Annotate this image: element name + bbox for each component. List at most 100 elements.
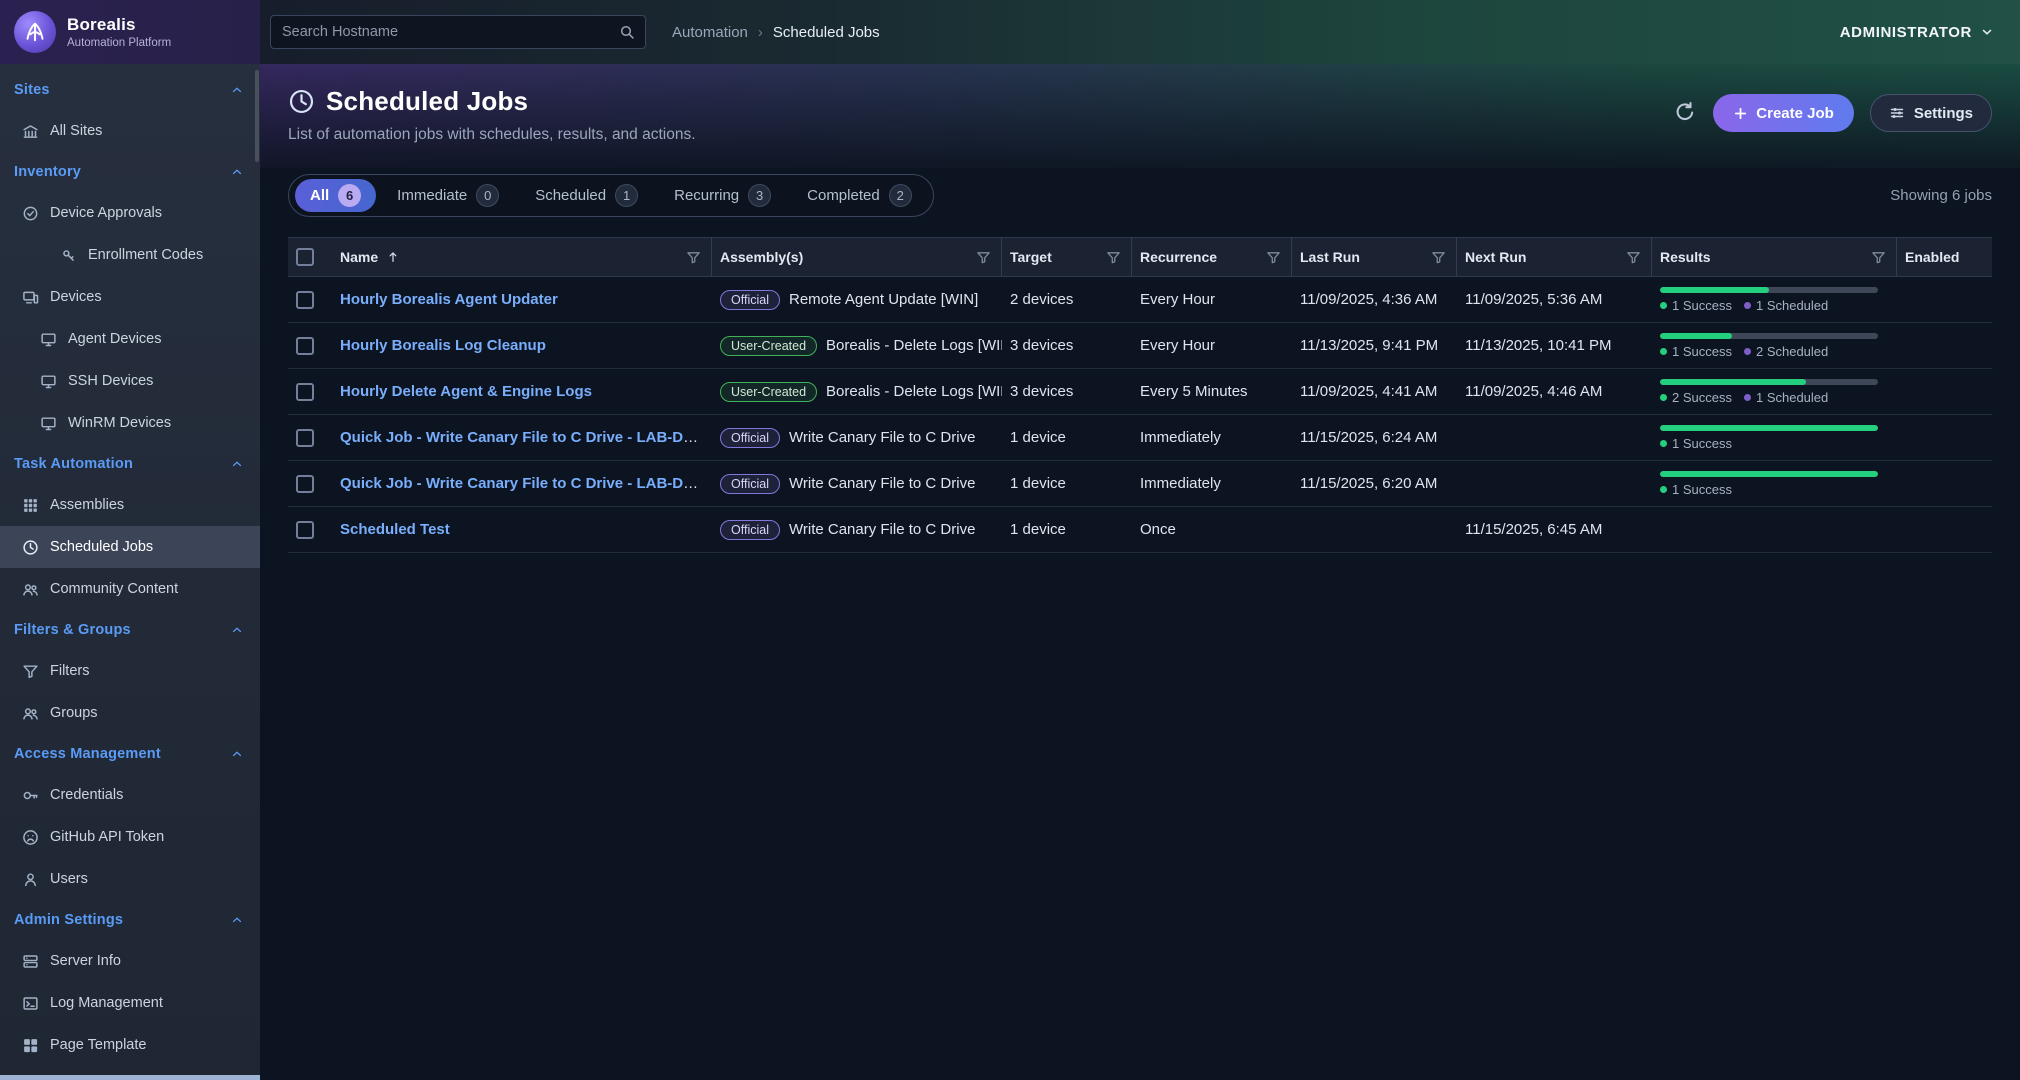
target-cell: 1 device [1002, 429, 1132, 446]
sidebar-item-all-sites[interactable]: All Sites [0, 110, 260, 152]
tab-scheduled[interactable]: Scheduled1 [520, 179, 653, 212]
job-name-link[interactable]: Hourly Delete Agent & Engine Logs [340, 383, 592, 400]
sidebar-item-groups[interactable]: Groups [0, 692, 260, 734]
result-stat: 2 Scheduled [1744, 344, 1828, 359]
user-menu[interactable]: ADMINISTRATOR [1840, 24, 1994, 41]
column-header-last-run: Last Run [1292, 238, 1457, 276]
filter-icon[interactable] [976, 250, 991, 265]
result-stat: 2 Success [1660, 390, 1732, 405]
tab-count-badge: 1 [615, 184, 638, 207]
layout-icon [22, 1037, 39, 1054]
sidebar-item-ssh-devices[interactable]: SSH Devices [0, 360, 260, 402]
filter-icon[interactable] [1871, 250, 1886, 265]
sidebar-item-label: Page Template [50, 1037, 146, 1053]
sidebar-item-filters[interactable]: Filters [0, 650, 260, 692]
breadcrumb-automation[interactable]: Automation [672, 24, 748, 41]
recurrence-cell: Every Hour [1132, 337, 1292, 354]
name-cell: Hourly Borealis Agent Updater [332, 291, 712, 308]
main-area: Automation › Scheduled Jobs ADMINISTRATO… [260, 0, 2020, 1080]
tab-count-badge: 2 [889, 184, 912, 207]
results-progress-fill [1660, 333, 1732, 339]
sidebar-section-access-management[interactable]: Access Management [0, 734, 260, 774]
sidebar-item-device-approvals[interactable]: Device Approvals [0, 192, 260, 234]
name-cell: Quick Job - Write Canary File to C Drive… [332, 429, 712, 446]
tab-label: Recurring [674, 187, 739, 204]
target-cell: 1 device [1002, 521, 1132, 538]
filter-icon[interactable] [1106, 250, 1121, 265]
row-checkbox[interactable] [296, 383, 314, 401]
breadcrumb-scheduled-jobs: Scheduled Jobs [773, 24, 880, 41]
sidebar-item-agent-devices[interactable]: Agent Devices [0, 318, 260, 360]
sidebar-section-task-automation[interactable]: Task Automation [0, 444, 260, 484]
sidebar-section-sites[interactable]: Sites [0, 70, 260, 110]
job-name-link[interactable]: Scheduled Test [340, 521, 450, 538]
column-header-label: Assembly(s) [720, 249, 803, 265]
sidebar-section-filters-groups[interactable]: Filters & Groups [0, 610, 260, 650]
row-checkbox[interactable] [296, 291, 314, 309]
github-icon [22, 829, 39, 846]
column-header-label: Enabled [1905, 249, 1959, 265]
sidebar-item-assemblies[interactable]: Assemblies [0, 484, 260, 526]
select-all-checkbox[interactable] [296, 248, 314, 266]
assembly-badge: Official [720, 428, 780, 448]
recurrence-cell: Immediately [1132, 429, 1292, 446]
recurrence-cell: Every 5 Minutes [1132, 383, 1292, 400]
job-name-link[interactable]: Hourly Borealis Agent Updater [340, 291, 558, 308]
funnel-icon [22, 663, 39, 680]
job-name-link[interactable]: Quick Job - Write Canary File to C Drive… [340, 475, 712, 492]
filter-icon[interactable] [1431, 250, 1446, 265]
sidebar-item-github-api-token[interactable]: GitHub API Token [0, 816, 260, 858]
sidebar-item-label: All Sites [50, 123, 102, 139]
sidebar-item-enrollment-codes[interactable]: Enrollment Codes [0, 234, 260, 276]
sidebar-item-devices[interactable]: Devices [0, 276, 260, 318]
column-header-label: Last Run [1300, 249, 1360, 265]
plus-icon [1733, 106, 1748, 121]
row-checkbox[interactable] [296, 521, 314, 539]
table-row: Quick Job - Write Canary File to C Drive… [288, 415, 1992, 461]
tab-immediate[interactable]: Immediate0 [382, 179, 514, 212]
sidebar-item-users[interactable]: Users [0, 858, 260, 900]
settings-button[interactable]: Settings [1870, 94, 1992, 132]
sidebar-item-server-info[interactable]: Server Info [0, 940, 260, 982]
sidebar-section-inventory[interactable]: Inventory [0, 152, 260, 192]
target-cell: 2 devices [1002, 291, 1132, 308]
search-icon[interactable] [619, 24, 635, 40]
result-stat-label: 1 Success [1672, 298, 1732, 313]
job-name-link[interactable]: Quick Job - Write Canary File to C Drive… [340, 429, 712, 446]
chevron-up-icon [230, 457, 244, 471]
row-checkbox[interactable] [296, 475, 314, 493]
filter-icon[interactable] [686, 250, 701, 265]
refresh-button[interactable] [1673, 101, 1697, 125]
sliders-icon [1889, 105, 1905, 121]
create-job-button[interactable]: Create Job [1713, 94, 1854, 132]
sidebar-item-log-management[interactable]: Log Management [0, 982, 260, 1024]
tab-all[interactable]: All6 [295, 179, 376, 212]
filter-icon[interactable] [1266, 250, 1281, 265]
row-checkbox[interactable] [296, 337, 314, 355]
row-checkbox[interactable] [296, 429, 314, 447]
refresh-icon [1674, 101, 1696, 123]
aurora-icon [23, 20, 47, 44]
sidebar-item-winrm-devices[interactable]: WinRM Devices [0, 402, 260, 444]
sidebar-item-community-content[interactable]: Community Content [0, 568, 260, 610]
sidebar-scrollbar[interactable] [255, 70, 259, 162]
code-icon [60, 247, 77, 264]
filter-icon[interactable] [1626, 250, 1641, 265]
success-dot-icon [1660, 348, 1667, 355]
sidebar-item-label: Scheduled Jobs [50, 539, 153, 555]
tab-completed[interactable]: Completed2 [792, 179, 927, 212]
next-run-cell: 11/09/2025, 5:36 AM [1457, 291, 1652, 308]
app-logo-row[interactable]: Borealis Automation Platform [0, 0, 260, 64]
sidebar-item-credentials[interactable]: Credentials [0, 774, 260, 816]
sidebar-item-page-template[interactable]: Page Template [0, 1024, 260, 1066]
job-name-link[interactable]: Hourly Borealis Log Cleanup [340, 337, 546, 354]
next-run-cell: 11/15/2025, 6:45 AM [1457, 521, 1652, 538]
tab-recurring[interactable]: Recurring3 [659, 179, 786, 212]
breadcrumb-separator: › [758, 24, 763, 41]
sidebar-section-admin-settings[interactable]: Admin Settings [0, 900, 260, 940]
search-input[interactable] [271, 16, 645, 48]
row-checkbox-cell [288, 337, 332, 355]
sidebar-section-label: Sites [14, 82, 50, 98]
bank-icon [22, 123, 39, 140]
sidebar-item-scheduled-jobs[interactable]: Scheduled Jobs [0, 526, 260, 568]
